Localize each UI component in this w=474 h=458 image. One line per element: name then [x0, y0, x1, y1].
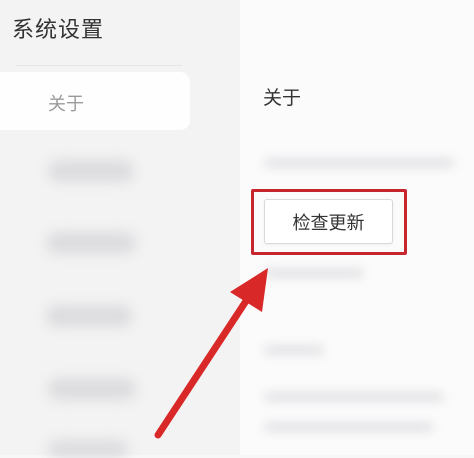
sidebar-item-blurred[interactable] [48, 440, 128, 458]
blurred-text [264, 345, 324, 355]
sidebar-item-blurred[interactable] [46, 305, 132, 327]
blurred-text [264, 268, 364, 278]
check-update-button[interactable]: 检查更新 [264, 199, 393, 244]
sidebar-item-blurred[interactable] [48, 378, 136, 400]
sidebar-item-blurred[interactable] [46, 232, 136, 254]
sidebar-divider [16, 65, 182, 66]
sidebar-item-about[interactable]: 关于 [0, 72, 190, 130]
sidebar: 系统设置 关于 [0, 0, 240, 458]
sidebar-item-label: 关于 [48, 94, 84, 115]
section-title: 关于 [263, 87, 302, 109]
sidebar-item-blurred[interactable] [48, 160, 134, 182]
blurred-text [264, 392, 444, 402]
settings-title: 系统设置 [12, 18, 105, 43]
blurred-text [264, 158, 454, 168]
content-area: 关于 检查更新 [240, 0, 474, 455]
blurred-text [264, 422, 434, 432]
